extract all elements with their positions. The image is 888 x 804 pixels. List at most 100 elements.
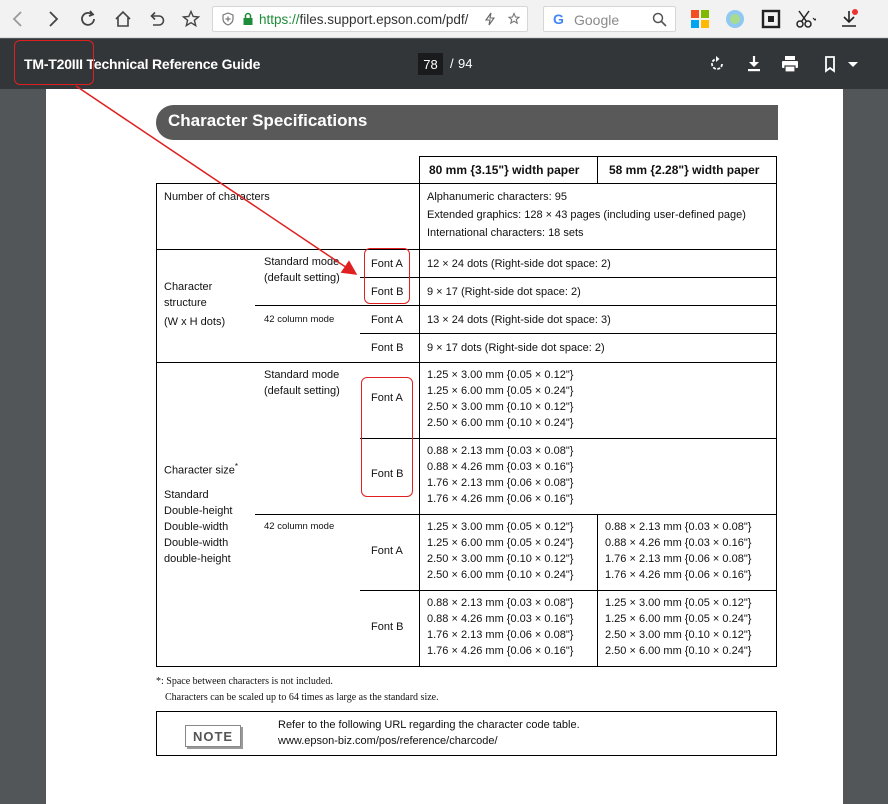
size-std-font-b-value-4: 1.76 × 4.26 mm {0.06 × 0.16"} — [427, 493, 574, 505]
char-size-label-text: Character size — [164, 464, 235, 477]
size-42col-font-b-58-4: 2.50 × 6.00 mm {0.10 × 0.24"} — [605, 645, 752, 657]
col-header-58mm-text: 58 mm {2.28"} width paper — [609, 163, 760, 177]
size-std-font-a-values-cell: 1.25 × 3.00 mm {0.05 × 0.12"} 1.25 × 6.0… — [419, 362, 777, 439]
size-42col-font-b-80-2: 0.88 × 4.26 mm {0.03 × 0.16"} — [427, 613, 574, 625]
pdf-viewer-toolbar: TM-T20III Technical Reference Guide 78 /… — [0, 39, 888, 89]
size-42col-font-b-80-1: 0.88 × 2.13 mm {0.03 × 0.08"} — [427, 597, 574, 609]
annotation-structure-font-highlight — [364, 248, 410, 304]
char-structure-label-3: (W x H dots) — [164, 316, 226, 328]
size-42col-font-b-58-1: 1.25 × 3.00 mm {0.05 × 0.12"} — [605, 597, 752, 609]
scissors-icon[interactable] — [794, 8, 816, 30]
size-42col-font-b-80mm-cell: 0.88 × 2.13 mm {0.03 × 0.08"} 0.88 × 4.2… — [419, 590, 598, 667]
address-bar[interactable]: https://files.support.epson.com/pdf/ — [212, 6, 528, 32]
char-size-type-double-width: Double-width — [164, 521, 229, 533]
size-std-font-b-values-cell: 0.88 × 2.13 mm {0.03 × 0.08"} 0.88 × 4.2… — [419, 438, 777, 515]
size-42col-font-b-58-3: 2.50 × 3.00 mm {0.10 × 0.12"} — [605, 629, 752, 641]
lightning-icon[interactable] — [483, 12, 497, 26]
char-size-type-double-height: Double-height — [164, 505, 233, 517]
back-button[interactable] — [5, 6, 31, 32]
structure-font-a-42col-cell: Font A — [360, 305, 420, 334]
size-42col-font-a-80-3: 2.50 × 3.00 mm {0.10 × 0.12"} — [427, 553, 574, 565]
url-path: files.support.epson.com/pdf/ — [299, 12, 469, 27]
structure-font-b-std-value-cell: 9 × 17 (Right-side dot space: 2) — [419, 277, 777, 306]
download-manager-icon[interactable] — [838, 8, 860, 30]
annotation-size-font-highlight — [361, 377, 413, 497]
char-structure-label-1: Character — [164, 281, 213, 293]
col-header-58mm: 58 mm {2.28"} width paper — [597, 156, 777, 184]
size-standard-mode-2: (default setting) — [264, 385, 340, 397]
screenshot-icon[interactable] — [760, 8, 782, 30]
page-number-input[interactable]: 78 — [418, 53, 443, 75]
size-42col-font-a-80-1: 1.25 × 3.00 mm {0.05 × 0.12"} — [427, 521, 574, 533]
forward-button[interactable] — [40, 6, 66, 32]
char-size-label: Character size* — [164, 459, 238, 479]
chevron-left-icon — [12, 11, 22, 27]
size-standard-mode-1: Standard mode — [264, 369, 340, 381]
structure-font-b-42col-value-cell: 9 × 17 dots (Right-side dot space: 2) — [419, 333, 777, 363]
size-std-font-a-value-4: 2.50 × 6.00 mm {0.10 × 0.24"} — [427, 417, 574, 429]
reload-button[interactable] — [75, 6, 101, 32]
structure-font-b-42col-cell: Font B — [360, 333, 420, 363]
windows-apps-icon[interactable] — [689, 8, 711, 30]
url-scheme: https:// — [259, 12, 300, 27]
size-42col-font-a: Font A — [371, 545, 403, 557]
bookmark-icon[interactable] — [507, 12, 521, 26]
globe-extension-icon[interactable] — [724, 8, 746, 30]
size-std-font-b-value-1: 0.88 × 2.13 mm {0.03 × 0.08"} — [427, 445, 574, 457]
download-icon[interactable] — [743, 53, 765, 75]
section-header: Character Specifications — [156, 105, 778, 140]
chevron-down-icon[interactable] — [842, 53, 864, 75]
structure-font-b-42col: Font B — [371, 342, 404, 354]
browser-toolbar: https://files.support.epson.com/pdf/ G G… — [0, 0, 888, 38]
char-size-type-standard: Standard — [164, 489, 209, 501]
search-icon[interactable] — [652, 12, 667, 27]
note-line-2[interactable]: www.epson-biz.com/pos/reference/charcode… — [278, 733, 498, 749]
bookmark-star-button[interactable] — [178, 6, 204, 32]
size-42col-font-a-58-4: 1.76 × 4.26 mm {0.06 × 0.16"} — [605, 569, 752, 581]
size-42col-font-b-80-3: 1.76 × 2.13 mm {0.06 × 0.08"} — [427, 629, 574, 641]
bookmark-menu-icon[interactable] — [820, 53, 842, 75]
char-size-type-double-width-2: Double-width — [164, 537, 229, 549]
size-std-font-b-value-2: 0.88 × 4.26 mm {0.03 × 0.16"} — [427, 461, 574, 473]
print-icon[interactable] — [779, 53, 801, 75]
character-size-label-cell: Character size* Standard Double-height D… — [156, 362, 256, 667]
size-std-font-a-value-2: 1.25 × 6.00 mm {0.05 × 0.24"} — [427, 385, 574, 397]
reload-icon — [81, 10, 95, 26]
structure-standard-mode-2: (default setting) — [264, 272, 340, 284]
size-42col-font-b-80-4: 1.76 × 4.26 mm {0.06 × 0.16"} — [427, 645, 574, 657]
structure-font-a-42col: Font A — [371, 314, 403, 326]
undo-close-tab-button[interactable] — [144, 6, 170, 32]
rotate-icon[interactable] — [706, 53, 728, 75]
size-std-font-b-value-3: 1.76 × 2.13 mm {0.06 × 0.08"} — [427, 477, 574, 489]
structure-font-a-std-value: 12 × 24 dots (Right-side dot space: 2) — [427, 258, 611, 270]
undo-icon — [150, 11, 165, 26]
structure-font-b-42col-value: 9 × 17 dots (Right-side dot space: 2) — [427, 342, 605, 354]
character-structure-label-cell: Character structure (W x H dots) — [156, 249, 256, 363]
structure-standard-mode-cell: Standard mode (default setting) — [255, 249, 361, 306]
lock-icon — [243, 12, 253, 25]
chars-international: International characters: 18 sets — [427, 227, 584, 239]
page-total: 94 — [458, 56, 473, 71]
url-text: https://files.support.epson.com/pdf/ — [259, 12, 468, 27]
col-header-80mm-text: 80 mm {3.15"} width paper — [429, 163, 580, 177]
size-42col-font-a-80-2: 1.25 × 6.00 mm {0.05 × 0.24"} — [427, 537, 574, 549]
home-icon — [115, 10, 131, 27]
search-box[interactable]: G Google — [543, 6, 676, 32]
size-42col-font-b-cell: Font B — [360, 590, 420, 667]
size-42col-font-a-58mm-cell: 0.88 × 2.13 mm {0.03 × 0.08"} 0.88 × 4.2… — [597, 514, 777, 591]
structure-font-a-std-value-cell: 12 × 24 dots (Right-side dot space: 2) — [419, 249, 777, 278]
structure-42col-label: 42 column mode — [264, 314, 335, 325]
number-of-characters-label: Number of characters — [164, 191, 270, 203]
char-structure-label-2: structure — [164, 297, 207, 309]
star-icon — [181, 9, 201, 28]
col-header-80mm: 80 mm {3.15"} width paper — [419, 156, 598, 184]
note-badge: NOTE — [185, 725, 241, 747]
home-button[interactable] — [110, 6, 136, 32]
page-separator: / — [450, 56, 454, 71]
char-size-asterisk: * — [234, 462, 239, 471]
size-42col-cell: 42 column mode — [255, 514, 361, 667]
number-of-characters-value-cell: Alphanumeric characters: 95 Extended gra… — [419, 183, 777, 250]
size-std-font-a-value-3: 2.50 × 3.00 mm {0.10 × 0.12"} — [427, 401, 574, 413]
size-42col-font-a-58-3: 1.76 × 2.13 mm {0.06 × 0.08"} — [605, 553, 752, 565]
size-42col-label: 42 column mode — [264, 521, 335, 532]
